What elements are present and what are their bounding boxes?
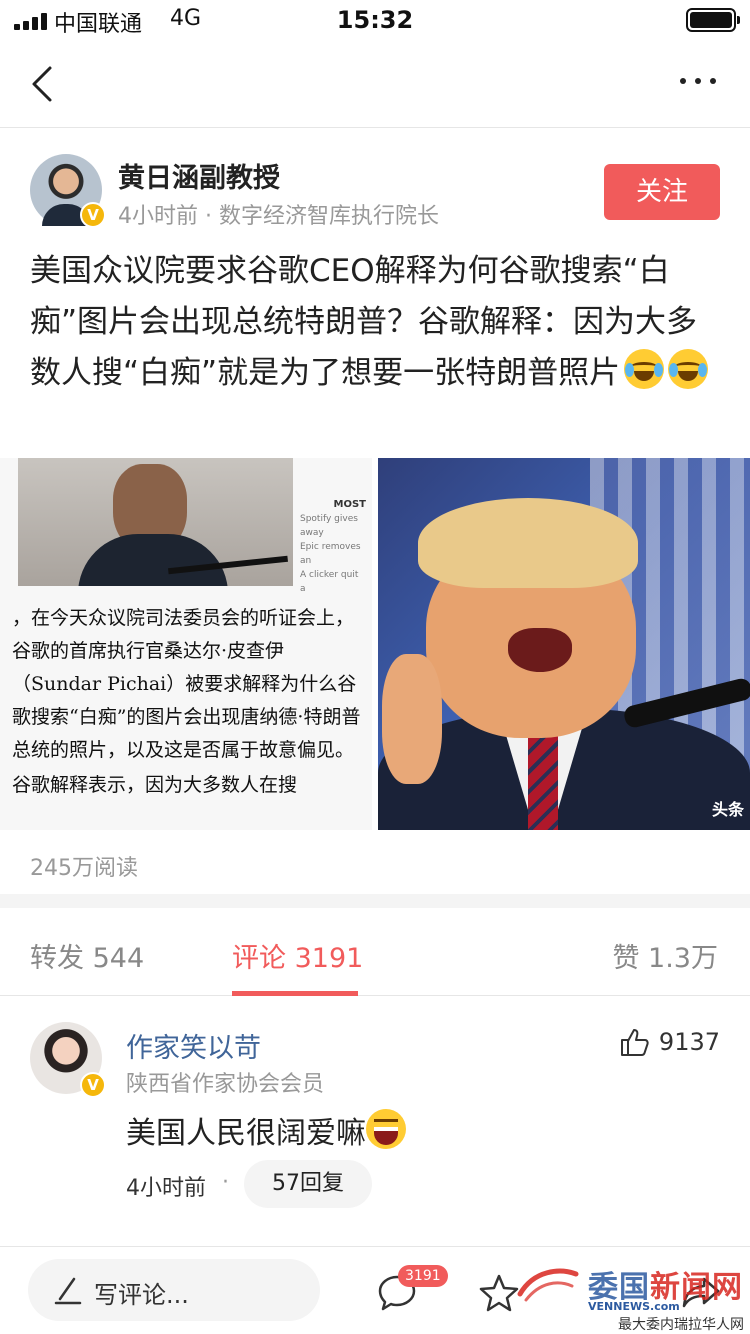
author-meta: 4小时前 · 数字经济智库执行院长 [118, 198, 439, 230]
commenter-meta: 陕西省作家协会会员 [126, 1072, 325, 1097]
author-name[interactable]: 黄日涵副教授 [118, 156, 280, 195]
verified-badge-icon: V [80, 202, 106, 228]
status-bar: 中国联通 4G 15:32 [0, 0, 750, 40]
image-watermark: 头条 [711, 800, 744, 819]
write-comment-input[interactable]: 写评论... [28, 1259, 320, 1321]
author-avatar[interactable]: V [30, 154, 106, 228]
read-count: 245万阅读 [30, 856, 138, 881]
author-header: V 黄日涵副教授 4小时前 · 数字经济智库执行院长 关注 [0, 128, 750, 236]
site-logo-icon [517, 1268, 579, 1302]
interaction-tabs: 转发 544 评论 3191 赞 1.3万 [0, 908, 750, 996]
comment-text: 美国人民很阔爱嘛 [126, 1108, 406, 1152]
comment-item: V 作家笑以苛 陕西省作家协会会员 9137 美国人民很阔爱嘛 4小时前 · 5… [0, 996, 750, 1246]
section-divider [0, 894, 750, 908]
back-arrow-icon[interactable] [28, 64, 60, 104]
post-time: 4小时前 [118, 204, 198, 229]
thumbs-up-icon [620, 1029, 649, 1056]
clipping-caption-cut: 谷歌解释表示，因为大多数人在搜 [12, 774, 298, 796]
pen-icon [54, 1277, 82, 1305]
laughing-emoji-icon [366, 1109, 406, 1149]
site-domain: VENNEWS.com [588, 1300, 680, 1313]
post-text: 美国众议院要求谷歌CEO解释为何谷歌搜索“白痴”图片会出现总统特朗普？谷歌解释：… [30, 246, 720, 399]
post-image-news-clipping[interactable]: MOST Spotify gives away Epic removes an … [0, 458, 372, 830]
post-body: 美国众议院要求谷歌CEO解释为何谷歌搜索“白痴”图片会出现总统特朗普？谷歌解释：… [30, 253, 698, 391]
comment-body: 美国人民很阔爱嘛 [126, 1116, 366, 1151]
meta-separator: · [205, 204, 219, 229]
follow-button[interactable]: 关注 [604, 164, 720, 220]
clipping-caption: ，在今天众议院司法委员会的听证会上，谷歌的首席执行官桑达尔·皮查伊（Sundar… [12, 607, 361, 761]
comment-time: 4小时前 [126, 1176, 206, 1201]
more-options-icon[interactable] [680, 78, 716, 84]
tab-likes[interactable]: 赞 1.3万 [612, 936, 718, 975]
comment-meta-separator: · [222, 1170, 229, 1195]
comment-like-button[interactable]: 9137 [619, 1026, 720, 1058]
site-subtitle: 最大委内瑞拉华人网 [618, 1317, 744, 1333]
tab-repost[interactable]: 转发 544 [30, 936, 144, 975]
clipping-sidebar: MOST Spotify gives away Epic removes an … [300, 499, 366, 594]
hearing-photo [18, 458, 293, 586]
clock: 15:32 [336, 6, 414, 34]
battery-icon [686, 8, 740, 32]
replies-button[interactable]: 57回复 [244, 1160, 372, 1208]
author-title: 数字经济智库执行院长 [219, 204, 440, 229]
site-watermark: 委国新闻网 VENNEWS.com 最大委内瑞拉华人网 [514, 1262, 744, 1333]
comment-count-badge: 3191 [398, 1265, 448, 1287]
nav-bar [0, 40, 750, 128]
crying-laughing-emoji-icon [668, 349, 709, 389]
commenter-name[interactable]: 作家笑以苛 [126, 1026, 261, 1065]
write-comment-placeholder: 写评论... [94, 1281, 189, 1309]
comment-like-count: 9137 [658, 1028, 720, 1056]
commenter-avatar[interactable]: V [30, 1022, 106, 1098]
verified-badge-icon: V [80, 1072, 106, 1098]
tab-comments[interactable]: 评论 3191 [232, 936, 363, 975]
post-image-speaker-photo[interactable]: 头条 [378, 458, 750, 830]
crying-laughing-emoji-icon [624, 349, 665, 389]
